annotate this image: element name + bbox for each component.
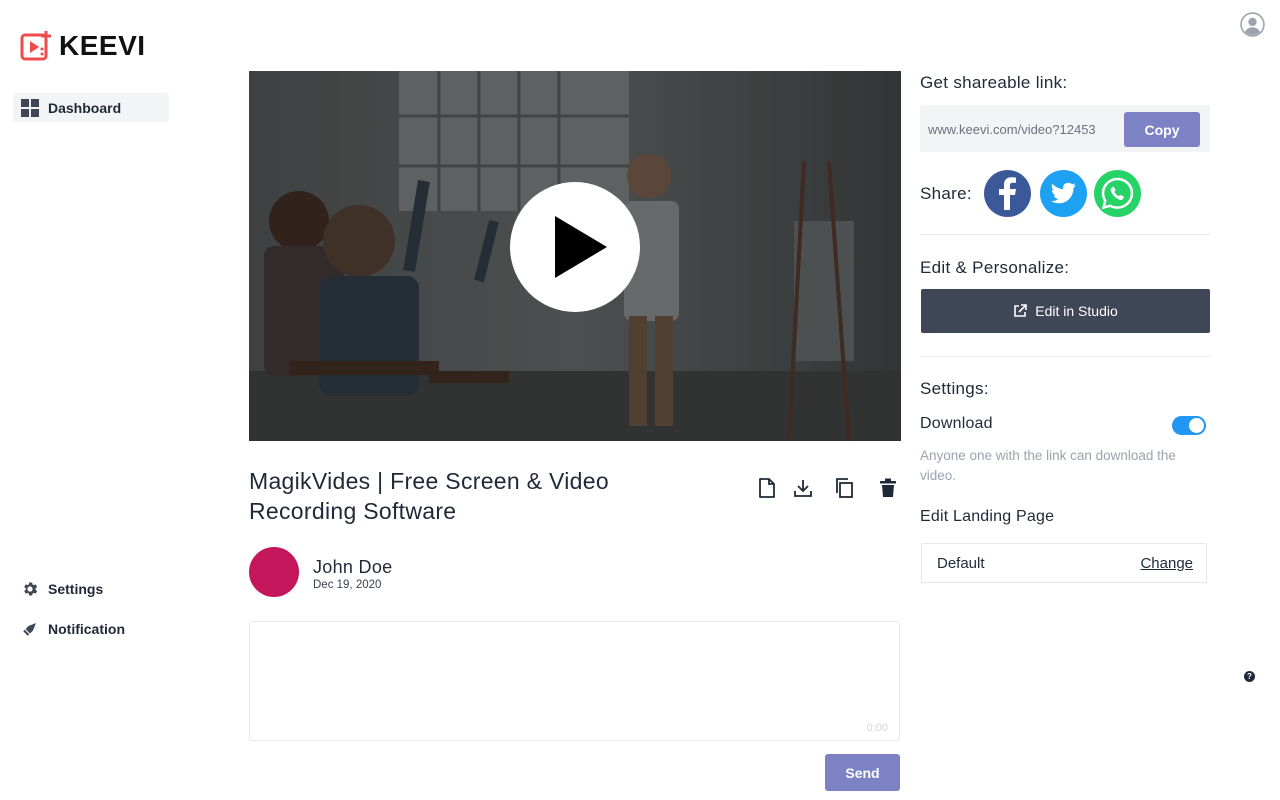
section-divider	[920, 234, 1210, 235]
edit-landing-page-heading: Edit Landing Page	[920, 508, 1055, 525]
file-icon[interactable]	[755, 476, 779, 500]
edit-in-studio-label: Edit in Studio	[1035, 303, 1118, 319]
author-date: Dec 19, 2020	[313, 579, 382, 591]
landing-page-selector: Default Change	[921, 543, 1207, 583]
facebook-share-button[interactable]	[984, 170, 1031, 217]
gear-icon	[21, 580, 39, 598]
toggle-knob	[1189, 418, 1204, 433]
sidebar-item-settings[interactable]: Settings	[13, 574, 111, 603]
brand-logo[interactable]: KEEVI	[19, 29, 146, 63]
download-icon[interactable]	[791, 476, 815, 500]
download-toggle[interactable]	[1172, 416, 1206, 435]
section-divider	[920, 356, 1210, 357]
comment-box: 0:00	[249, 621, 900, 741]
bell-icon	[21, 620, 39, 638]
video-title: MagikVides | Free Screen & Video Recordi…	[249, 468, 609, 524]
logo-icon	[20, 31, 51, 61]
whatsapp-share-button[interactable]	[1094, 170, 1141, 217]
download-setting-description: Anyone one with the link can download th…	[920, 448, 1176, 483]
video-player[interactable]	[249, 71, 901, 441]
shareable-link-url[interactable]: www.keevi.com/video?12453	[928, 122, 1118, 137]
user-circle-icon[interactable]	[1240, 12, 1265, 37]
edit-personalize-heading: Edit & Personalize:	[920, 258, 1070, 277]
sidebar-item-label: Settings	[48, 580, 104, 597]
avatar	[249, 547, 299, 597]
edit-in-studio-button[interactable]: Edit in Studio	[921, 289, 1210, 333]
sidebar-item-notification[interactable]: Notification	[13, 614, 133, 643]
brand-name: KEEVI	[59, 30, 146, 61]
download-setting-label: Download	[920, 415, 993, 432]
change-landing-page-link[interactable]: Change	[1140, 555, 1193, 572]
author-name: John Doe	[313, 557, 393, 577]
twitter-share-button[interactable]	[1040, 170, 1087, 217]
comment-timer: 0:00	[866, 722, 888, 734]
sidebar-item-dashboard[interactable]: Dashboard	[13, 93, 169, 122]
facebook-icon	[999, 177, 1016, 210]
send-button[interactable]: Send	[825, 754, 900, 791]
copy-link-button[interactable]: Copy	[1124, 112, 1200, 147]
comment-input[interactable]	[250, 622, 899, 740]
trash-icon[interactable]	[876, 476, 900, 500]
share-label: Share:	[920, 184, 972, 203]
grid-icon	[21, 98, 39, 117]
copy-icon[interactable]	[832, 476, 856, 500]
play-icon	[555, 216, 607, 278]
help-button[interactable]: ?	[1244, 671, 1255, 682]
twitter-icon	[1050, 182, 1076, 204]
sidebar-item-label: Notification	[48, 620, 125, 637]
settings-heading: Settings:	[920, 379, 989, 398]
whatsapp-icon	[1101, 177, 1134, 210]
landing-page-value: Default	[937, 555, 985, 572]
external-link-icon	[1014, 304, 1028, 317]
play-button[interactable]	[510, 182, 640, 312]
shareable-link-row: www.keevi.com/video?12453 Copy	[920, 105, 1210, 152]
shareable-link-heading: Get shareable link:	[920, 73, 1068, 92]
sidebar-item-label: Dashboard	[48, 99, 122, 116]
